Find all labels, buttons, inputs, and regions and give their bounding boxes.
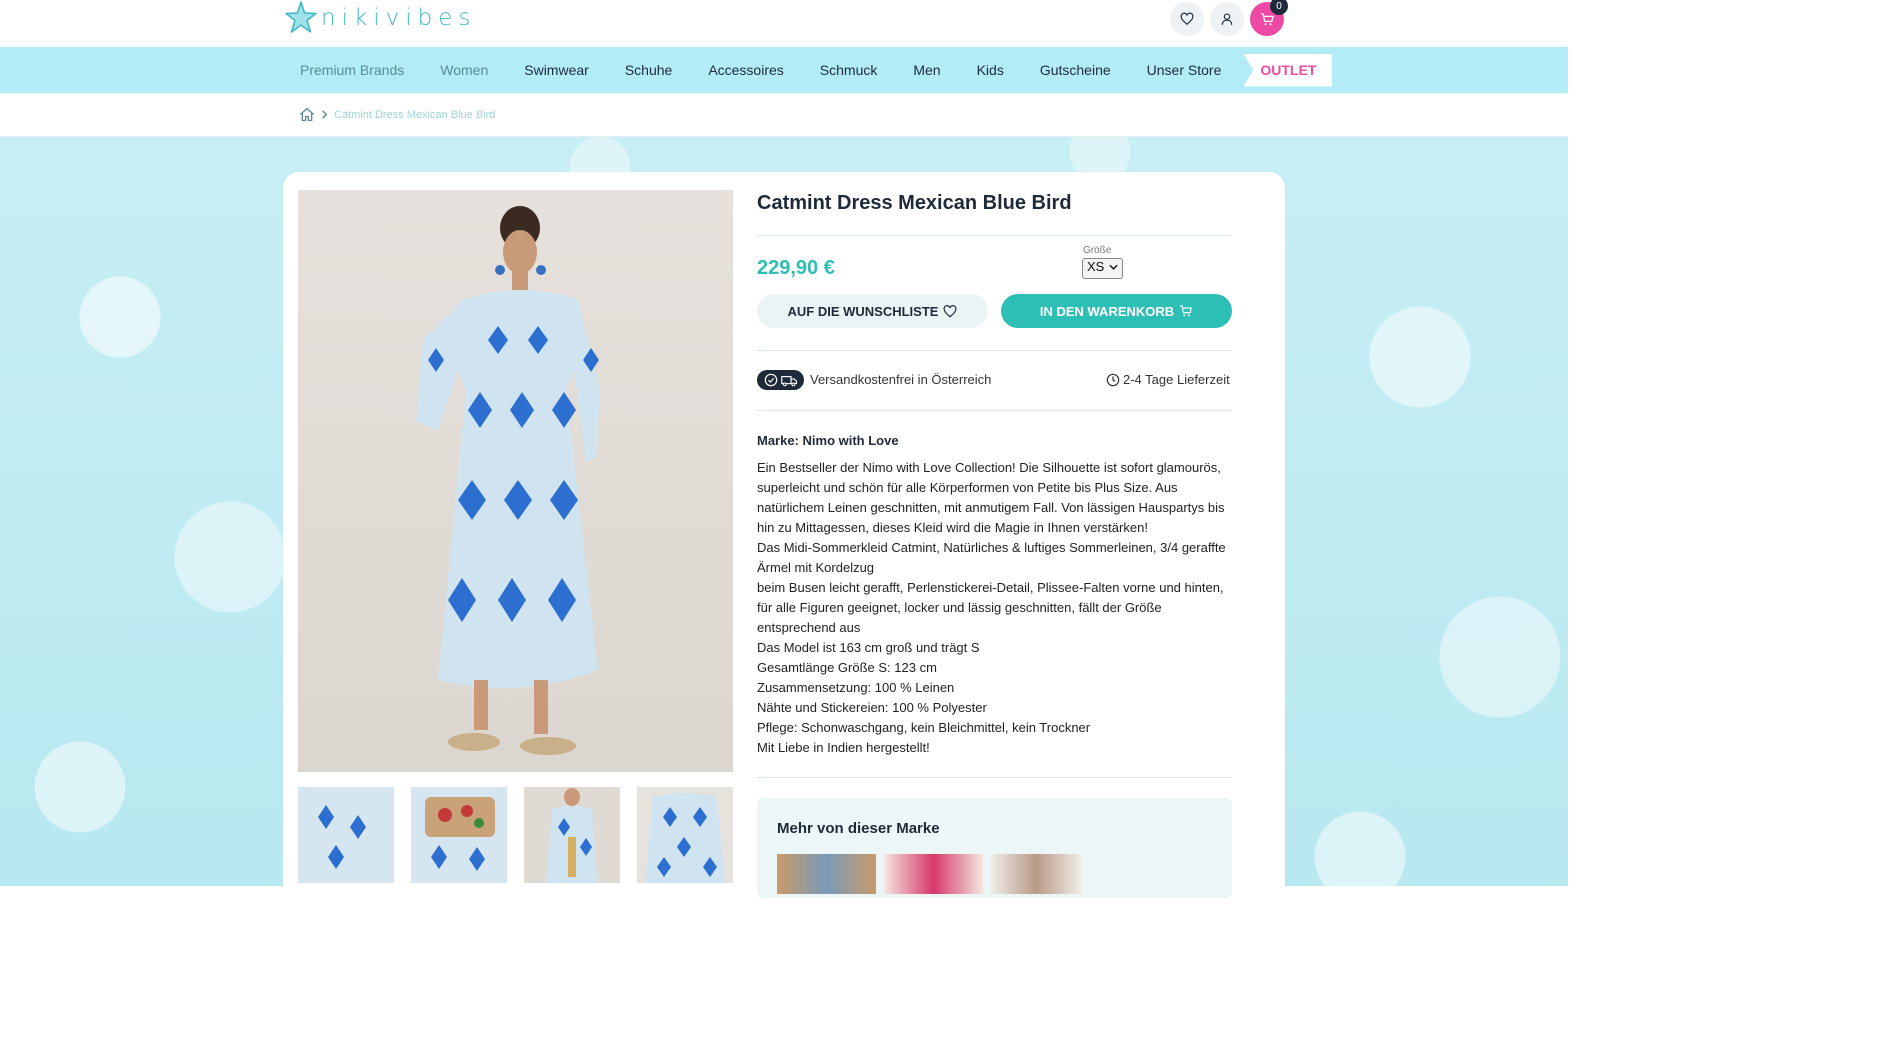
- truck-icon: [780, 375, 797, 386]
- thumbnail-image: [637, 787, 733, 883]
- thumbnail-2[interactable]: [411, 787, 507, 883]
- cart-count-badge: 0: [1270, 0, 1288, 15]
- thumbnail-image: [524, 787, 620, 883]
- check-circle-icon: [764, 373, 777, 387]
- thumbnail-strip: [298, 787, 733, 883]
- site-header: nikivibes 0: [0, 0, 1568, 47]
- product-title: Catmint Dress Mexican Blue Bird: [757, 192, 1072, 214]
- dress-photo: [416, 206, 600, 755]
- divider: [757, 777, 1232, 778]
- product-price: 229,90 €: [757, 257, 835, 279]
- divider: [757, 235, 1232, 236]
- description-paragraph: Pflege: Schonwaschgang, kein Bleichmitte…: [757, 720, 1091, 735]
- main-nav: Premium Brands Women Swimwear Schuhe Acc…: [0, 47, 1568, 93]
- description-paragraph: Ein Bestseller der Nimo with Love Collec…: [757, 460, 1225, 535]
- nav-item-gutscheine[interactable]: Gutscheine: [1022, 47, 1129, 93]
- wishlist-button[interactable]: [1170, 2, 1204, 36]
- shipping-text: Versandkostenfrei in Österreich: [810, 372, 992, 387]
- heart-icon: [944, 304, 957, 318]
- product-description: Ein Bestseller der Nimo with Love Collec…: [757, 458, 1235, 758]
- nav-item-outlet[interactable]: OUTLET: [1243, 53, 1333, 87]
- brand-label: Marke: Nimo with Love: [757, 433, 899, 448]
- description-paragraph: Mit Liebe in Indien hergestellt!: [757, 740, 930, 755]
- cart-button[interactable]: 0: [1250, 0, 1288, 36]
- description-paragraph: Nähte und Stickereien: 100 % Polyester: [757, 700, 987, 715]
- breadcrumb-current: Catmint Dress Mexican Blue Bird: [334, 108, 496, 121]
- user-icon: [1221, 13, 1233, 25]
- related-product-1[interactable]: [777, 854, 876, 894]
- nav-item-premium-brands[interactable]: Premium Brands: [282, 47, 422, 93]
- nav-item-kids[interactable]: Kids: [959, 47, 1022, 93]
- logo-text: nikivibes: [321, 5, 477, 31]
- thumbnail-image: [411, 787, 507, 883]
- breadcrumb-bar: Catmint Dress Mexican Blue Bird: [0, 93, 1568, 137]
- size-select-value: XS: [1087, 259, 1105, 274]
- nav-item-women[interactable]: Women: [422, 47, 506, 93]
- nav-item-schmuck[interactable]: Schmuck: [802, 47, 896, 93]
- size-label: Größe: [1083, 245, 1112, 256]
- thumbnail-image: [298, 787, 394, 883]
- description-paragraph: beim Busen leicht gerafft, Perlensticker…: [757, 580, 1224, 635]
- account-button[interactable]: [1210, 2, 1244, 36]
- chevron-right-icon: [322, 110, 328, 119]
- more-from-brand-section: Mehr von dieser Marke: [757, 798, 1232, 898]
- related-product-3[interactable]: [991, 854, 1081, 894]
- nav-item-unser-store[interactable]: Unser Store: [1129, 47, 1240, 93]
- thumbnail-3[interactable]: [524, 787, 620, 883]
- related-product-2[interactable]: [884, 854, 983, 894]
- nav-item-swimwear[interactable]: Swimwear: [506, 47, 607, 93]
- thumbnail-4[interactable]: [637, 787, 733, 883]
- divider: [757, 410, 1232, 411]
- heart-icon: [1180, 12, 1194, 26]
- add-to-wishlist-button[interactable]: AUF DIE WUNSCHLISTE: [757, 294, 988, 328]
- divider: [757, 350, 1232, 351]
- nav-item-men[interactable]: Men: [895, 47, 958, 93]
- clock-icon: [1106, 373, 1120, 386]
- add-to-cart-button[interactable]: IN DEN WARENKORB: [1001, 294, 1232, 328]
- add-to-cart-label: IN DEN WARENKORB: [1039, 303, 1175, 319]
- description-paragraph: Gesamtlänge Größe S: 123 cm: [757, 660, 937, 675]
- thumbnail-1[interactable]: [298, 787, 394, 883]
- logo[interactable]: nikivibes: [283, 0, 476, 36]
- cart-icon: [1260, 12, 1274, 25]
- description-paragraph: Zusammensetzung: 100 % Leinen: [757, 680, 955, 695]
- add-to-wishlist-label: AUF DIE WUNSCHLISTE: [787, 303, 939, 319]
- home-icon[interactable]: [299, 107, 315, 122]
- delivery-time: 2-4 Tage Lieferzeit: [1106, 372, 1230, 387]
- description-paragraph: Das Midi-Sommerkleid Catmint, Natürliche…: [757, 540, 1226, 575]
- shipping-badge: [757, 370, 804, 390]
- cart-icon: [1180, 305, 1193, 317]
- nav-item-accessoires[interactable]: Accessoires: [690, 47, 801, 93]
- nav-item-schuhe[interactable]: Schuhe: [607, 47, 690, 93]
- delivery-time-text: 2-4 Tage Lieferzeit: [1123, 372, 1230, 387]
- product-main-image[interactable]: [298, 190, 733, 772]
- more-from-brand-title: Mehr von dieser Marke: [777, 820, 940, 837]
- starfish-icon: [285, 1, 317, 33]
- size-select[interactable]: XS: [1082, 258, 1123, 279]
- description-paragraph: Das Model ist 163 cm groß und trägt S: [757, 640, 980, 655]
- breadcrumb: Catmint Dress Mexican Blue Bird: [299, 107, 495, 122]
